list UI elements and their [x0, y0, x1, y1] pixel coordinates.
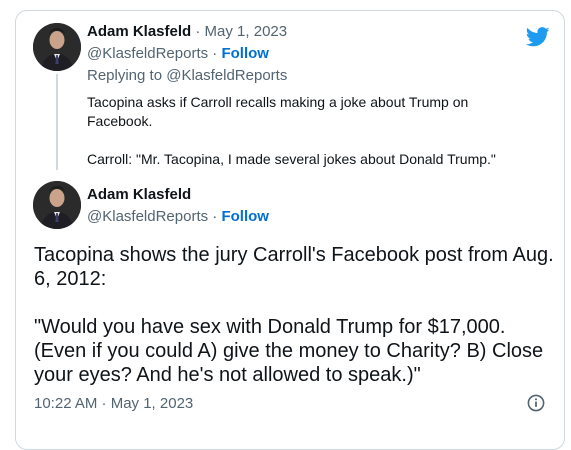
- author-name-line: Adam Klasfeld · May 1, 2023: [87, 23, 287, 40]
- tweet-text-paragraph: Tacopina asks if Carroll recalls making …: [87, 94, 469, 129]
- handle-separator: ·: [208, 208, 222, 225]
- twitter-bird-icon[interactable]: [526, 27, 550, 47]
- tweet-timestamp[interactable]: 10:22 AM · May 1, 2023: [34, 395, 193, 412]
- date-separator: ·: [191, 23, 205, 40]
- tweet-date[interactable]: May 1, 2023: [205, 23, 288, 40]
- reply-context: Replying to @KlasfeldReports: [87, 67, 287, 84]
- avatar[interactable]: [33, 23, 81, 71]
- reply-prefix: Replying to: [87, 67, 167, 84]
- tweet-text-paragraph: "Would you have sex with Donald Trump fo…: [34, 316, 544, 386]
- thread-connector-line: [56, 74, 58, 170]
- avatar[interactable]: [33, 181, 81, 229]
- avatar-photo: [33, 23, 81, 71]
- reply-to-handle[interactable]: @KlasfeldReports: [166, 67, 287, 84]
- follow-button[interactable]: Follow: [221, 45, 269, 62]
- info-icon[interactable]: [527, 394, 545, 412]
- handle-separator: ·: [208, 45, 222, 62]
- author-handle[interactable]: @KlasfeldReports: [87, 208, 208, 225]
- tweet-text-paragraph: Carroll: "Mr. Tacopina, I made several j…: [87, 151, 496, 167]
- handle-line: @KlasfeldReports · Follow: [87, 45, 269, 62]
- author-name[interactable]: Adam Klasfeld: [87, 186, 191, 203]
- avatar-photo: [33, 181, 81, 229]
- tweet-text-paragraph: Tacopina shows the jury Carroll's Facebo…: [34, 244, 554, 290]
- handle-line: @KlasfeldReports · Follow: [87, 208, 269, 225]
- author-name[interactable]: Adam Klasfeld: [87, 23, 191, 40]
- follow-button[interactable]: Follow: [221, 208, 269, 225]
- author-handle[interactable]: @KlasfeldReports: [87, 45, 208, 62]
